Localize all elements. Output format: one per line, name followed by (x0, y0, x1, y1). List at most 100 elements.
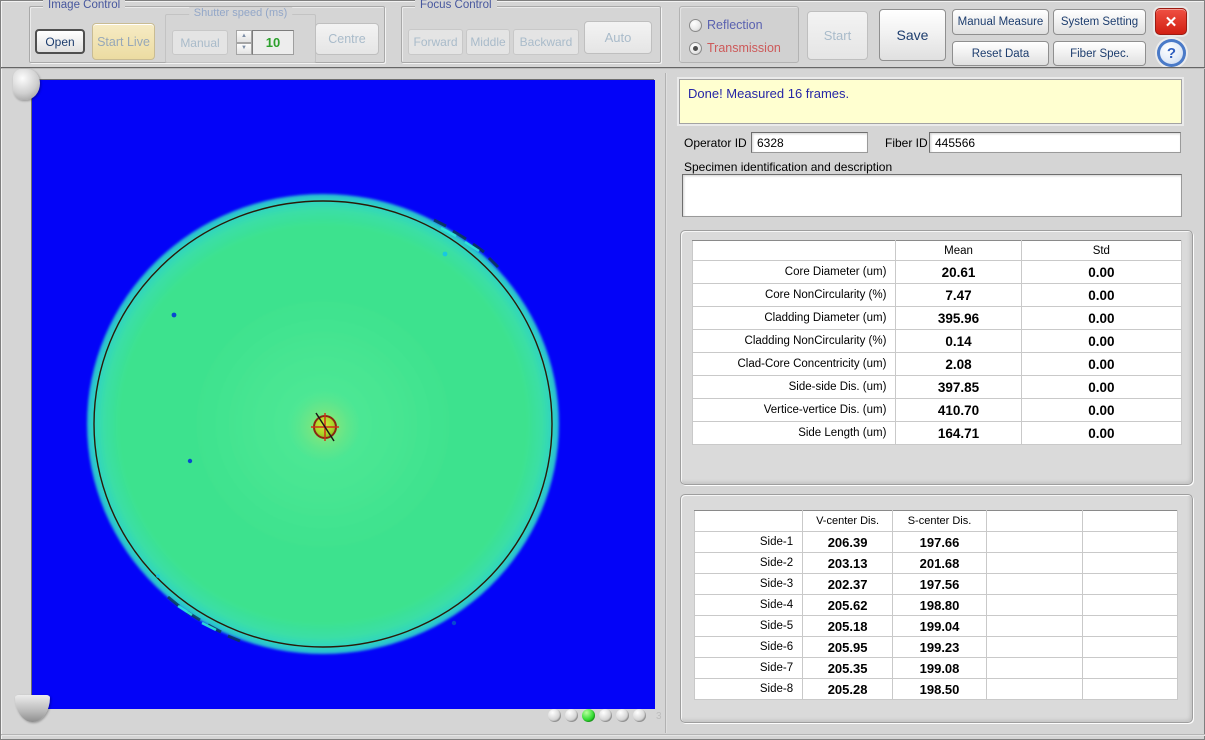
table-row: Side-3202.37197.56 (695, 574, 1178, 595)
mode-panel: Reflection Transmission (679, 6, 799, 63)
image-control-group-label: Image Control (43, 0, 125, 11)
focus-middle-button[interactable]: Middle (466, 29, 510, 55)
manual-shutter-button[interactable]: Manual (172, 30, 228, 55)
scenter-value: 199.23 (893, 637, 987, 658)
mean-value: 0.14 (896, 330, 1021, 353)
focus-auto-button[interactable]: Auto (584, 21, 652, 54)
empty-cell (1082, 679, 1177, 700)
close-button[interactable]: ✕ (1155, 8, 1187, 35)
open-button[interactable]: Open (35, 29, 85, 54)
side-label: Side-5 (695, 616, 803, 637)
shutter-speed-group: Shutter speed (ms) Manual ▲ ▼ 10 (165, 14, 316, 63)
empty-cell (987, 595, 1083, 616)
results-table-panel: Mean Std Core Diameter (um)20.610.00 Cor… (680, 230, 1193, 485)
empty-cell (1082, 637, 1177, 658)
radio-unselected-icon[interactable] (689, 19, 702, 32)
std-value: 0.00 (1021, 422, 1181, 445)
start-button[interactable]: Start (807, 11, 868, 60)
scenter-value: 197.66 (893, 532, 987, 553)
table-row: Side-8205.28198.50 (695, 679, 1178, 700)
focus-control-group-label: Focus Control (415, 0, 497, 11)
vcenter-value: 205.28 (803, 679, 893, 700)
focus-backward-button[interactable]: Backward (513, 29, 579, 55)
side-label: Side-1 (695, 532, 803, 553)
frame-dot (599, 709, 612, 722)
save-button[interactable]: Save (879, 9, 946, 61)
empty-cell (1082, 553, 1177, 574)
focus-forward-button[interactable]: Forward (408, 29, 463, 55)
sides-header-vcenter: V-center Dis. (803, 511, 893, 532)
defect-speck (172, 313, 177, 318)
results-header-std: Std (1021, 241, 1181, 261)
help-icon: ? (1167, 45, 1176, 62)
sides-table: V-center Dis. S-center Dis. Side-1206.39… (694, 510, 1178, 700)
row-label: Core NonCircularity (%) (693, 284, 896, 307)
table-row: Side-6205.95199.23 (695, 637, 1178, 658)
start-live-button[interactable]: Start Live (92, 23, 155, 60)
frame-dot (548, 709, 561, 722)
scenter-value: 198.50 (893, 679, 987, 700)
shutter-spinner: ▲ ▼ (236, 30, 252, 55)
empty-cell (1082, 658, 1177, 679)
manual-measure-button[interactable]: Manual Measure (952, 9, 1049, 35)
transmission-radio-row[interactable]: Transmission (689, 41, 781, 55)
empty-cell (987, 553, 1083, 574)
focus-control-group: Focus Control Forward Middle Backward Au… (401, 6, 661, 63)
operator-id-input[interactable] (751, 132, 868, 153)
reflection-radio-label: Reflection (707, 18, 763, 32)
fiber-image-display (31, 79, 654, 708)
spinner-up-icon[interactable]: ▲ (236, 30, 252, 43)
toolbar-divider (1, 67, 1205, 69)
system-setting-button[interactable]: System Setting (1053, 9, 1146, 35)
empty-cell (987, 658, 1083, 679)
help-button[interactable]: ? (1157, 39, 1186, 67)
row-label: Cladding Diameter (um) (693, 307, 896, 330)
fiber-id-input[interactable] (929, 132, 1181, 153)
fiber-spec-button[interactable]: Fiber Spec. (1053, 41, 1146, 66)
centre-button[interactable]: Centre (315, 23, 379, 55)
row-label: Side Length (um) (693, 422, 896, 445)
scenter-value: 198.80 (893, 595, 987, 616)
side-label: Side-3 (695, 574, 803, 595)
row-label: Clad-Core Concentricity (um) (693, 353, 896, 376)
std-value: 0.00 (1021, 330, 1181, 353)
reflection-radio-row[interactable]: Reflection (689, 18, 763, 32)
row-label: Core Diameter (um) (693, 261, 896, 284)
fiber-id-label: Fiber ID (885, 136, 928, 150)
empty-cell (987, 637, 1083, 658)
radio-selected-icon[interactable] (689, 42, 702, 55)
sides-header-empty (1082, 511, 1177, 532)
reset-data-button[interactable]: Reset Data (952, 41, 1049, 66)
frame-counter-label: 3 (656, 711, 662, 722)
table-row: Clad-Core Concentricity (um)2.080.00 (693, 353, 1182, 376)
page-curl-ornament-bottom (15, 695, 50, 722)
mean-value: 395.96 (896, 307, 1021, 330)
std-value: 0.00 (1021, 284, 1181, 307)
specimen-label: Specimen identification and description (684, 160, 892, 174)
status-message-box: Done! Measured 16 frames. (679, 79, 1182, 124)
table-row: Cladding NonCircularity (%)0.140.00 (693, 330, 1182, 353)
empty-cell (987, 679, 1083, 700)
specimen-textarea[interactable] (682, 174, 1182, 217)
frame-dot (565, 709, 578, 722)
frame-indicator (548, 709, 646, 722)
scenter-value: 201.68 (893, 553, 987, 574)
app-window: Image Control Open Start Live Shutter sp… (0, 0, 1205, 740)
scenter-value: 199.08 (893, 658, 987, 679)
row-label: Cladding NonCircularity (%) (693, 330, 896, 353)
mean-value: 7.47 (896, 284, 1021, 307)
mean-value: 410.70 (896, 399, 1021, 422)
operator-id-label: Operator ID (684, 136, 747, 150)
results-header-mean: Mean (896, 241, 1021, 261)
defect-speck (188, 459, 192, 463)
spinner-down-icon[interactable]: ▼ (236, 43, 252, 56)
frame-dot-active (582, 709, 595, 722)
mean-value: 164.71 (896, 422, 1021, 445)
vcenter-value: 205.35 (803, 658, 893, 679)
mean-value: 2.08 (896, 353, 1021, 376)
row-label: Side-side Dis. (um) (693, 376, 896, 399)
side-label: Side-8 (695, 679, 803, 700)
std-value: 0.00 (1021, 261, 1181, 284)
vcenter-value: 202.37 (803, 574, 893, 595)
shutter-value-field[interactable]: 10 (252, 30, 294, 55)
